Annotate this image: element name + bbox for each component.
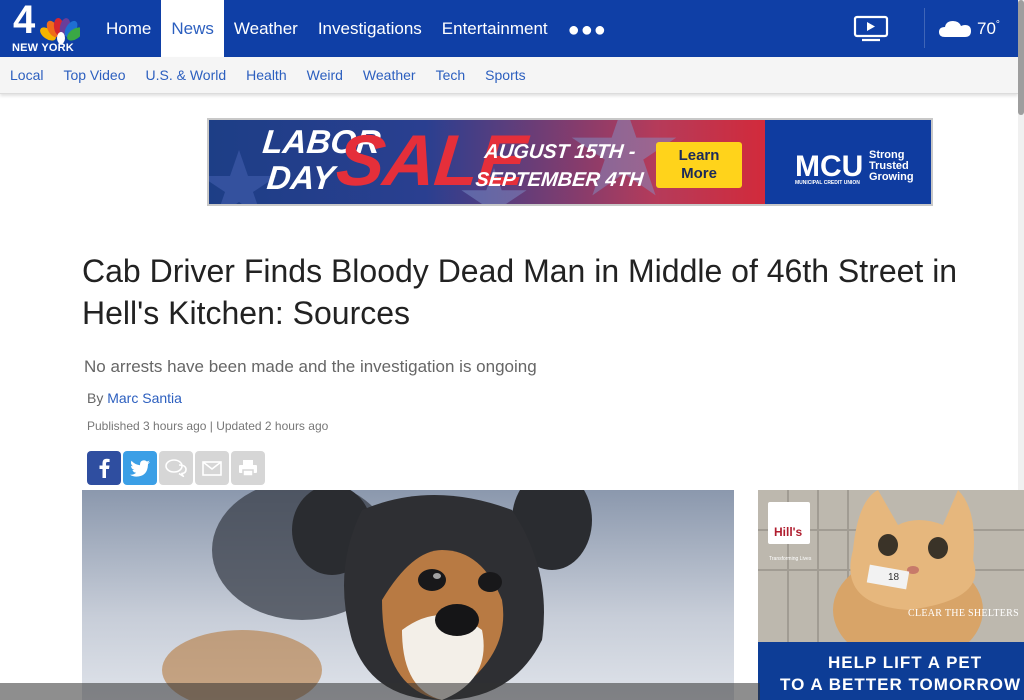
ad-tagline: Strong Trusted Growing	[869, 149, 914, 183]
subnav-us-world[interactable]: U.S. & World	[145, 67, 226, 83]
logo-channel-number: 4	[13, 0, 36, 42]
weather-widget[interactable]: 70°	[937, 17, 1000, 41]
print-icon	[239, 460, 257, 477]
comment-icon	[165, 459, 187, 477]
subnav-local[interactable]: Local	[10, 67, 43, 83]
nbc-new-york-logo[interactable]: 4 NEW YORK	[10, 0, 82, 54]
nav-news[interactable]: News	[161, 0, 224, 57]
horizontal-scrollbar[interactable]	[0, 683, 760, 700]
email-icon	[202, 460, 222, 476]
tv-play-icon[interactable]	[853, 15, 889, 42]
main-nav: Home News Weather Investigations Enterta…	[96, 0, 607, 57]
logo-city: NEW YORK	[12, 42, 74, 54]
article-lead-photo	[82, 490, 734, 700]
ad-learn-more-button[interactable]: Learn More	[656, 142, 742, 188]
byline-prefix: By	[87, 390, 104, 406]
nav-divider	[924, 8, 925, 48]
subnav-health[interactable]: Health	[246, 67, 286, 83]
share-print-button[interactable]	[231, 451, 265, 485]
nav-home[interactable]: Home	[96, 0, 161, 57]
hills-logo: Hill's Transforming Lives	[768, 502, 811, 562]
subnav-top-video[interactable]: Top Video	[63, 67, 125, 83]
ad-mcu-logo: MCU MUNICIPAL CREDIT UNION	[795, 150, 864, 186]
share-email-button[interactable]	[195, 451, 229, 485]
labor-day-sale-ad[interactable]: LABOR DAY SALE AUGUST 15TH - SEPTEMBER 4…	[207, 118, 933, 206]
subnav-weird[interactable]: Weird	[307, 67, 343, 83]
share-toolbar	[87, 451, 265, 485]
weather-temperature: 70°	[977, 19, 1000, 38]
twitter-icon	[130, 459, 150, 477]
subnav-sports[interactable]: Sports	[485, 67, 525, 83]
share-twitter-button[interactable]	[123, 451, 157, 485]
sub-navigation-bar: Local Top Video U.S. & World Health Weir…	[0, 57, 1018, 94]
facebook-icon	[99, 458, 110, 478]
nav-entertainment[interactable]: Entertainment	[432, 0, 558, 57]
subnav-weather[interactable]: Weather	[363, 67, 416, 83]
article-dek: No arrests have been made and the invest…	[84, 357, 537, 376]
article-dates: Published 3 hours ago | Updated 2 hours …	[87, 419, 329, 433]
article-byline: By Marc Santia	[87, 390, 182, 406]
clear-the-shelters-logo: CLEAR THE SHELTERS	[908, 608, 1019, 619]
cloud-icon	[939, 21, 971, 37]
author-link[interactable]: Marc Santia	[107, 390, 182, 406]
peacock-icon	[40, 18, 80, 44]
side-ad-headline: HELP LIFT A PET TO A BETTER TOMORROW	[780, 653, 1021, 694]
share-comment-button[interactable]	[159, 451, 193, 485]
top-navigation-bar: 4 NEW YORK Home News Weather Investigati…	[0, 0, 1024, 57]
share-facebook-button[interactable]	[87, 451, 121, 485]
ad-dates: AUGUST 15TH - SEPTEMBER 4TH	[474, 141, 645, 191]
ellipsis-icon[interactable]: ●●●	[568, 0, 607, 57]
nav-weather[interactable]: Weather	[224, 0, 308, 57]
nav-investigations[interactable]: Investigations	[308, 0, 432, 57]
article-headline: Cab Driver Finds Bloody Dead Man in Midd…	[82, 253, 958, 331]
clear-the-shelters-ad[interactable]: Hill's Transforming Lives 18 CLEAR THE S…	[758, 490, 1024, 700]
shelter-tag-number: 18	[888, 572, 900, 583]
dog-photo-image	[162, 490, 592, 700]
subnav-tech[interactable]: Tech	[436, 67, 466, 83]
scrollbar-thumb[interactable]	[1018, 0, 1024, 115]
